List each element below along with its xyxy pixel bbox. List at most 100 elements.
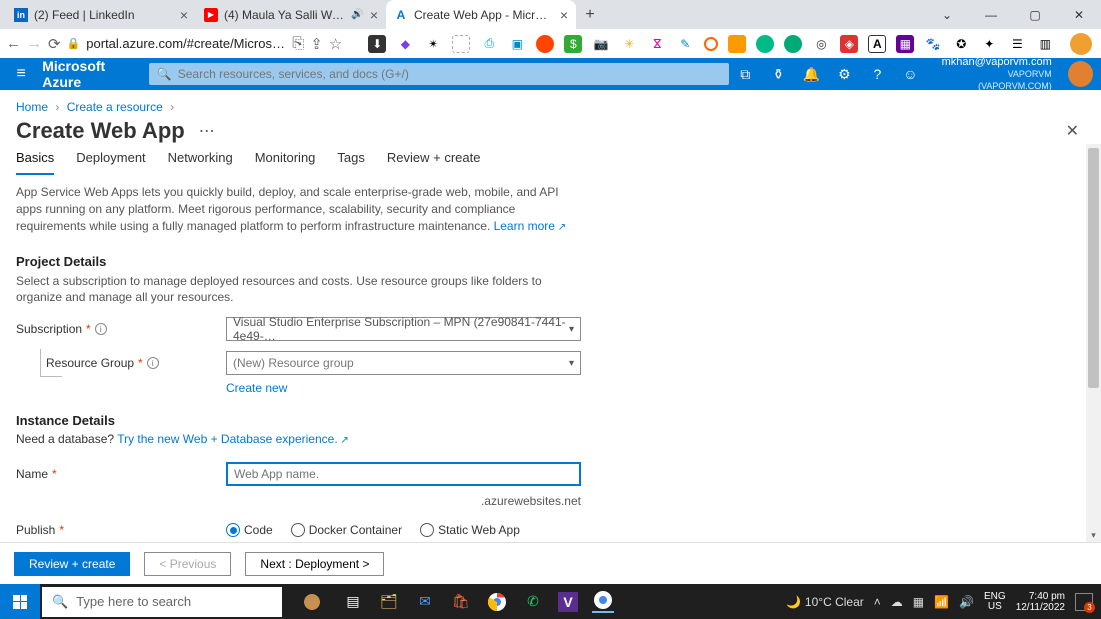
meet-now-icon[interactable]: ▦ xyxy=(913,595,924,609)
extension-icon[interactable] xyxy=(756,35,774,53)
task-view-icon[interactable]: ▤ xyxy=(342,591,364,613)
onedrive-icon[interactable]: ☁ xyxy=(891,595,903,609)
help-icon[interactable]: ? xyxy=(861,58,894,90)
clock[interactable]: 7:40 pm 12/11/2022 xyxy=(1016,591,1065,613)
reload-button[interactable]: ⟳ xyxy=(48,32,61,56)
minimize-button[interactable]: — xyxy=(969,0,1013,29)
extension-icon[interactable]: ▣ xyxy=(508,35,526,53)
scroll-down-icon[interactable]: ▾ xyxy=(1086,528,1101,542)
new-tab-button[interactable]: + xyxy=(576,1,604,29)
share-icon[interactable]: ⇪ xyxy=(310,32,323,56)
profile-avatar[interactable] xyxy=(1070,33,1092,55)
close-window-button[interactable]: ✕ xyxy=(1057,0,1101,29)
wifi-icon[interactable]: 📶 xyxy=(934,595,949,609)
scroll-thumb[interactable] xyxy=(1088,148,1099,388)
cloud-shell-icon[interactable]: ⧉ xyxy=(729,58,762,90)
extensions-puzzle-icon[interactable]: ✦ xyxy=(980,35,998,53)
global-search[interactable]: 🔍 xyxy=(149,63,729,85)
back-button[interactable]: ← xyxy=(6,32,21,56)
audio-playing-icon[interactable]: 🔊 xyxy=(351,9,363,20)
extension-icon[interactable]: ⎙ xyxy=(480,35,498,53)
extension-icon[interactable]: ⴵ xyxy=(648,35,666,53)
azure-logo[interactable]: Microsoft Azure xyxy=(42,58,149,90)
close-icon[interactable]: × xyxy=(560,7,568,23)
browser-tab-youtube[interactable]: ▶ (4) Maula Ya Salli Wa Sallim 🔊 × xyxy=(196,0,386,29)
next-button[interactable]: Next : Deployment > xyxy=(245,552,384,576)
account-info[interactable]: mkhan@vaporvm.com VAPORVM (VAPORVM.COM) xyxy=(927,56,1060,92)
tab-basics[interactable]: Basics xyxy=(16,144,54,175)
language-indicator[interactable]: ENG US xyxy=(984,592,1006,612)
close-icon[interactable]: × xyxy=(180,7,188,23)
publish-docker-radio[interactable]: Docker Container xyxy=(291,523,402,537)
whatsapp-icon[interactable]: ✆ xyxy=(522,591,544,613)
file-explorer-icon[interactable]: 🗂 xyxy=(378,591,400,613)
extension-icon[interactable]: A xyxy=(868,35,886,53)
close-icon[interactable]: × xyxy=(370,7,378,23)
extension-icon[interactable]: ▦ xyxy=(896,35,914,53)
weather-widget[interactable]: 🌙10°C Clear xyxy=(786,595,864,609)
extension-icon[interactable]: ◎ xyxy=(812,35,830,53)
search-input[interactable] xyxy=(178,67,721,81)
extension-icon[interactable]: ◆ xyxy=(396,35,414,53)
tab-monitoring[interactable]: Monitoring xyxy=(255,144,316,175)
chevron-up-icon[interactable]: ˄ xyxy=(874,595,881,609)
resource-group-select[interactable]: (New) Resource group ▾ xyxy=(226,351,581,375)
extension-icon[interactable] xyxy=(784,35,802,53)
eagle-icon[interactable] xyxy=(296,591,328,613)
side-panel-icon[interactable]: ▥ xyxy=(1036,35,1054,53)
breadcrumb-create-resource[interactable]: Create a resource xyxy=(67,100,163,114)
learn-more-link[interactable]: Learn more xyxy=(494,219,567,233)
extension-icon[interactable]: ✳ xyxy=(620,35,638,53)
extension-icon[interactable]: ◈ xyxy=(840,35,858,53)
gear-icon[interactable]: ⚙ xyxy=(828,58,861,90)
install-app-icon[interactable]: ⎘ xyxy=(292,32,304,56)
extension-icon[interactable]: $ xyxy=(564,35,582,53)
start-button[interactable] xyxy=(0,584,40,619)
extension-icon[interactable] xyxy=(704,37,718,51)
chevron-down-icon[interactable]: ⌄ xyxy=(925,0,969,29)
store-icon[interactable]: 🛍 xyxy=(450,591,472,613)
reading-list-icon[interactable]: ☰ xyxy=(1008,35,1026,53)
browser-tab-azure[interactable]: A Create Web App - Microsoft Azu × xyxy=(386,0,576,29)
extension-icon[interactable] xyxy=(536,35,554,53)
tab-networking[interactable]: Networking xyxy=(168,144,233,175)
publish-static-radio[interactable]: Static Web App xyxy=(420,523,520,537)
hamburger-icon[interactable]: ≡ xyxy=(0,65,42,83)
extension-icon[interactable] xyxy=(728,35,746,53)
chrome-icon[interactable] xyxy=(486,591,508,613)
filter-icon[interactable]: ⚱ xyxy=(762,58,795,90)
url-display[interactable]: 🔒 portal.azure.com/#create/Microsoft.W… xyxy=(67,36,287,51)
more-actions-icon[interactable]: ⋯ xyxy=(199,121,217,141)
forward-button[interactable]: → xyxy=(27,32,42,56)
extension-icon[interactable]: 📷 xyxy=(592,35,610,53)
vertical-scrollbar[interactable]: ▾ xyxy=(1086,144,1101,542)
info-icon[interactable]: i xyxy=(95,323,107,335)
extension-icon[interactable] xyxy=(452,35,470,53)
webapp-name-input[interactable] xyxy=(226,462,581,486)
tab-tags[interactable]: Tags xyxy=(337,144,364,175)
tab-deployment[interactable]: Deployment xyxy=(76,144,145,175)
notifications-icon[interactable]: 🔔 xyxy=(795,58,828,90)
extension-icon[interactable]: ✎ xyxy=(676,35,694,53)
browser-tab-linkedin[interactable]: in (2) Feed | LinkedIn × xyxy=(6,0,196,29)
visual-studio-icon[interactable]: V xyxy=(558,592,578,612)
extension-icon[interactable]: ✴ xyxy=(424,35,442,53)
breadcrumb-home[interactable]: Home xyxy=(16,100,48,114)
create-new-rg-link[interactable]: Create new xyxy=(226,381,1070,395)
mail-icon[interactable]: ✉ xyxy=(414,591,436,613)
taskbar-search[interactable]: 🔍 Type here to search xyxy=(42,587,282,617)
extension-icon[interactable]: ⬇ xyxy=(368,35,386,53)
extension-icon[interactable]: 🐾 xyxy=(924,35,942,53)
volume-icon[interactable]: 🔊 xyxy=(959,595,974,609)
tab-review[interactable]: Review + create xyxy=(387,144,481,175)
close-blade-icon[interactable]: ✕ xyxy=(1066,121,1085,141)
subscription-select[interactable]: Visual Studio Enterprise Subscription – … xyxy=(226,317,581,341)
publish-code-radio[interactable]: Code xyxy=(226,523,273,537)
chrome-running-icon[interactable] xyxy=(592,591,614,613)
web-database-link[interactable]: Try the new Web + Database experience. xyxy=(117,432,349,446)
review-create-button[interactable]: Review + create xyxy=(14,552,130,576)
avatar[interactable] xyxy=(1068,61,1093,87)
action-center-icon[interactable] xyxy=(1075,593,1093,611)
maximize-button[interactable]: ▢ xyxy=(1013,0,1057,29)
extension-icon[interactable]: ✪ xyxy=(952,35,970,53)
